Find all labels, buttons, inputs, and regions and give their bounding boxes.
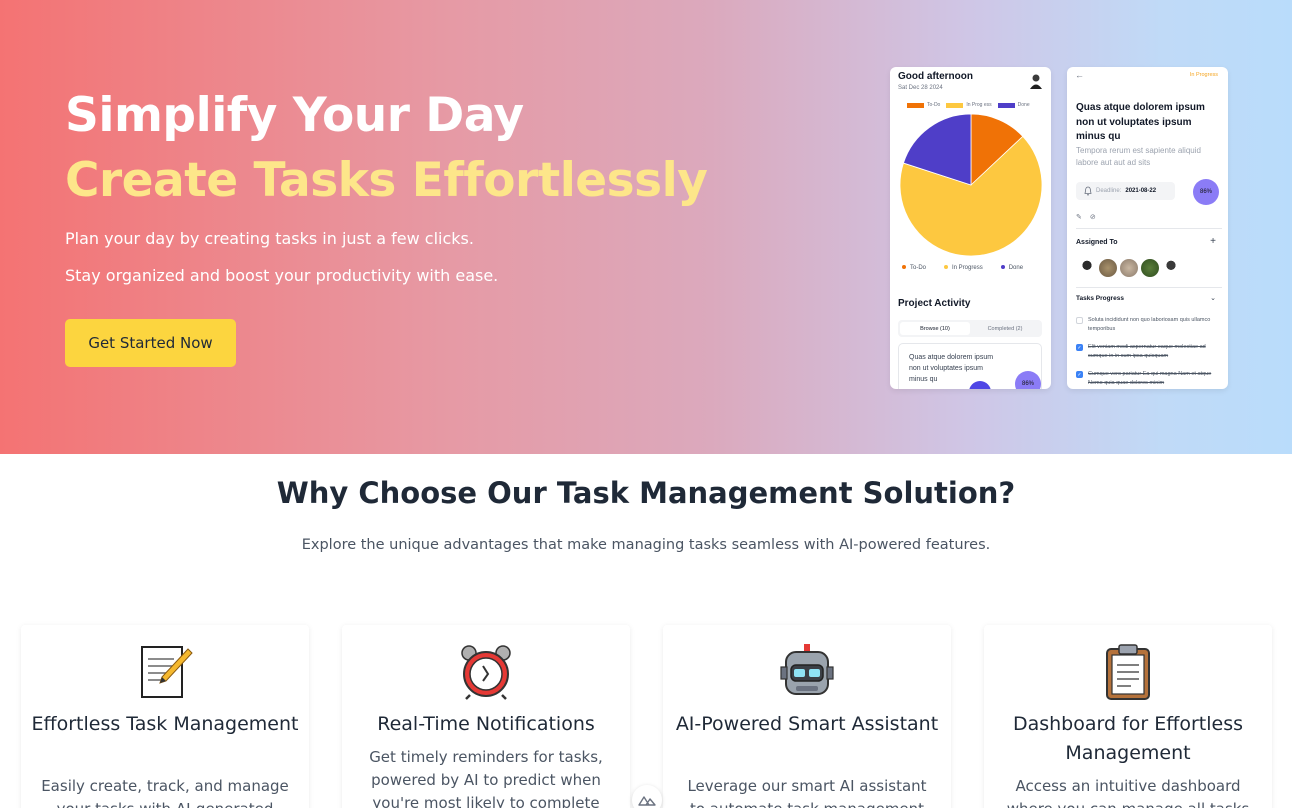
legend-swatch-todo — [907, 102, 924, 108]
deadline-value: 2021-08-22 — [1125, 188, 1157, 194]
chart-legend-top: To-Do In Prog ess Done — [907, 102, 1030, 108]
feature-card: Effortless Task Management Easily create… — [21, 625, 309, 808]
subtask-text: Cumque vero pariatur Ea qui magna Nam et… — [1088, 371, 1212, 386]
date-label: Sat Dec 28 2024 — [898, 85, 943, 91]
legend-item-progress: In Progress — [944, 265, 983, 271]
add-assignee-icon[interactable]: + — [1210, 236, 1216, 247]
legend-label: Done — [1017, 102, 1030, 108]
checkbox-checked[interactable]: ✓ — [1076, 371, 1083, 378]
feature-card: Dashboard for Effortless Management Acce… — [984, 625, 1272, 808]
task-description: Tempora rerum est sapiente aliquid labor… — [1076, 146, 1201, 167]
dashboard-mockup: Good afternoon Sat Dec 28 2024 To-Do In … — [890, 67, 1051, 389]
legend-item: To-Do — [907, 102, 940, 108]
back-arrow-icon[interactable]: ← — [1075, 70, 1084, 80]
legend-label: Done — [1008, 265, 1024, 271]
legend-item-todo: To-Do — [902, 265, 926, 271]
legend-dot — [1000, 265, 1005, 270]
chart-legend-bottom: To-Do In Progress Done — [902, 265, 1023, 271]
divider — [1076, 228, 1222, 229]
user-avatar-icon — [1030, 74, 1042, 89]
task-detail-mockup: ← In Progress Quas atque dolorem ipsum n… — [1067, 67, 1228, 389]
avatar[interactable] — [1120, 259, 1138, 277]
legend-swatch-progress — [946, 102, 964, 108]
subtask-item[interactable]: ✓ Cumque vero pariatur Ea qui magna Nam … — [1076, 370, 1224, 388]
feature-card: Real-Time Notifications Get timely remin… — [342, 625, 630, 808]
tasks-progress-label: Tasks Progress — [1076, 295, 1124, 302]
feature-title: Dashboard for Effortless Management — [1012, 713, 1244, 764]
task-actions: ✎ ⊘ — [1076, 213, 1096, 221]
hero-section: Simplify Your Day Create Tasks Effortles… — [0, 0, 1292, 454]
legend-item-done: Done — [1000, 265, 1024, 271]
checkbox[interactable] — [1076, 317, 1083, 324]
legend-label: To-Do — [910, 265, 927, 271]
clipboard-icon — [1106, 644, 1150, 700]
hero-title-highlight: Create Tasks Effortlessly — [65, 153, 708, 208]
tab-completed[interactable]: Completed (2) — [970, 322, 1040, 335]
feature-title: Real-Time Notifications — [377, 713, 595, 735]
legend-label: In Progress — [952, 265, 983, 271]
avatar[interactable] — [1099, 259, 1117, 277]
tab-browse[interactable]: Browse (10) — [900, 322, 970, 335]
avatar[interactable] — [1078, 259, 1096, 277]
feature-title: AI-Powered Smart Assistant — [675, 713, 939, 735]
feature-description: Easily create, track, and manage your ta… — [41, 777, 289, 808]
delete-icon[interactable]: ⊘ — [1090, 213, 1096, 221]
feature-description: Get timely reminders for tasks, powered … — [369, 748, 603, 808]
progress-badge: 86% — [1193, 179, 1219, 205]
alarm-clock-icon — [461, 645, 511, 700]
feature-description: Leverage our smart AI assistant to autom… — [687, 777, 927, 808]
hero-subtitle-2: Stay organized and boost your productivi… — [65, 266, 499, 285]
edit-icon[interactable]: ✎ — [1076, 213, 1082, 221]
avatar[interactable] — [1141, 259, 1159, 277]
divider — [1076, 287, 1222, 288]
legend-swatch-done — [997, 102, 1015, 108]
bell-icon — [1084, 186, 1092, 196]
feature-description: Access an intuitive dashboard where you … — [1007, 777, 1250, 808]
memo-icon — [141, 646, 193, 698]
nuxt-logo-icon — [638, 796, 656, 806]
subtask-text: Soluta incididunt non quo laboriosam qui… — [1088, 317, 1211, 332]
deadline-label: Deadline: — [1096, 188, 1122, 194]
robot-icon — [780, 644, 834, 695]
legend-item: Done — [997, 102, 1030, 108]
activity-card[interactable]: Quas atque dolorem ipsum non ut voluptat… — [898, 343, 1042, 389]
legend-label: To-Do — [927, 102, 941, 108]
hero-subtitle-1: Plan your day by creating tasks in just … — [65, 229, 474, 248]
activity-card-text: Quas atque dolorem ipsum non ut voluptat… — [909, 354, 994, 383]
get-started-button[interactable]: Get Started Now — [65, 319, 236, 367]
assigned-to-label: Assigned To — [1076, 239, 1118, 246]
devtools-icon[interactable] — [632, 785, 662, 808]
activity-tabs: Browse (10) Completed (2) — [898, 320, 1042, 337]
hero-title: Simplify Your Day — [65, 88, 524, 143]
subtask-text: Elit veniam modi aspernatur eaque molest… — [1088, 344, 1206, 359]
task-status-pie-chart — [899, 113, 1043, 257]
assignee-avatars — [1078, 259, 1180, 277]
subtask-item[interactable]: Soluta incididunt non quo laboriosam qui… — [1076, 316, 1224, 334]
legend-dot — [944, 265, 949, 270]
project-activity-title: Project Activity — [898, 298, 971, 309]
subtask-item[interactable]: ✓ Elit veniam modi aspernatur eaque mole… — [1076, 343, 1224, 361]
greeting: Good afternoon — [898, 71, 973, 82]
checkbox-checked[interactable]: ✓ — [1076, 344, 1083, 351]
feature-title: Effortless Task Management — [31, 713, 299, 735]
features-subtitle: Explore the unique advantages that make … — [301, 537, 991, 553]
legend-item: In Prog ess — [946, 102, 992, 108]
legend-label: In Prog ess — [966, 102, 992, 108]
task-title: Quas atque dolorem ipsum non ut voluptat… — [1076, 102, 1205, 142]
status-badge: In Progress — [1189, 72, 1218, 78]
chevron-down-icon[interactable]: ⌄ — [1210, 294, 1216, 302]
avatar[interactable] — [1162, 259, 1180, 277]
features-title: Why Choose Our Task Management Solution? — [276, 476, 1016, 510]
legend-dot — [902, 265, 906, 270]
feature-card: AI-Powered Smart Assistant Leverage our … — [663, 625, 951, 808]
progress-badge: 86% — [1015, 371, 1041, 389]
